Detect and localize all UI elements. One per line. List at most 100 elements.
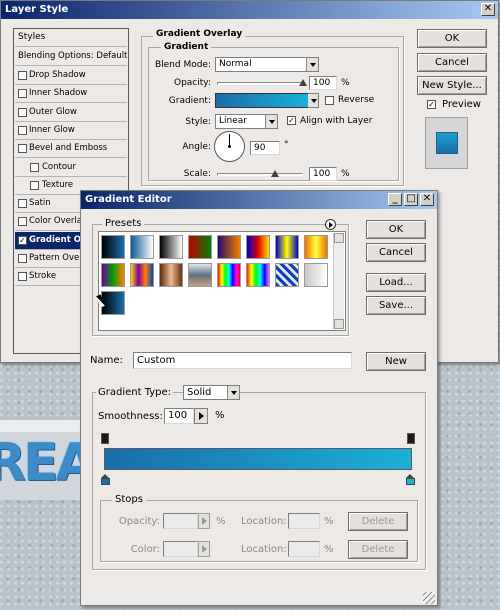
preset-swatch-custom[interactable]	[101, 291, 125, 315]
presets-scrollbar[interactable]	[333, 233, 344, 329]
stops-label: Stops	[112, 494, 146, 505]
layer-style-titlebar[interactable]: Layer Style ✕	[1, 1, 498, 19]
style-item-checkbox[interactable]	[18, 125, 27, 135]
style-item-label: Bevel and Emboss	[29, 143, 108, 154]
chevron-down-icon	[306, 58, 318, 71]
opacity-slider-handle[interactable]	[299, 79, 307, 86]
scale-slider[interactable]	[217, 173, 303, 176]
style-item-checkbox[interactable]	[30, 180, 39, 190]
style-value: Linear	[219, 116, 247, 126]
opacity-slider[interactable]	[217, 82, 303, 85]
preset-swatch-foreground-to-transparent[interactable]	[130, 235, 154, 259]
smoothness-unit: %	[215, 410, 225, 421]
angle-dial[interactable]	[214, 131, 245, 162]
preset-swatch-foreground-to-background[interactable]	[101, 235, 125, 259]
new-style-button[interactable]: New Style...	[417, 76, 487, 95]
smoothness-arrow-button[interactable]	[194, 408, 208, 424]
layer-style-title: Layer Style	[5, 4, 69, 15]
stop-opacity-location-input	[288, 513, 320, 529]
name-input[interactable]: Custom	[133, 352, 352, 369]
stop-opacity-label: Opacity:	[118, 516, 160, 527]
style-item-checkbox[interactable]	[18, 107, 27, 117]
preset-swatch-black-white[interactable]	[159, 235, 183, 259]
layer-style-ok-button[interactable]: OK	[417, 29, 487, 48]
opacity-stop-left[interactable]	[101, 433, 109, 444]
stop-opacity-delete-button[interactable]: Delete	[348, 512, 408, 531]
preset-swatch-blue-red-yellow[interactable]	[246, 235, 270, 259]
preset-swatch-red-green[interactable]	[188, 235, 212, 259]
stop-opacity-location-label: Location:	[241, 516, 287, 527]
close-icon[interactable]: ✕	[481, 3, 495, 16]
color-stop-right[interactable]	[406, 474, 415, 485]
style-item-checkbox[interactable]: ✓	[18, 235, 27, 245]
style-item-checkbox[interactable]	[18, 217, 27, 227]
stop-opacity-unit: %	[216, 516, 226, 527]
resize-grip-icon[interactable]	[423, 592, 435, 604]
styles-header[interactable]: Styles	[15, 29, 127, 47]
style-item-checkbox[interactable]	[18, 71, 27, 80]
style-item-outer-glow[interactable]: Outer Glow	[15, 104, 127, 122]
preset-swatch-transparent-rainbow[interactable]	[246, 263, 270, 287]
opacity-stop-right[interactable]	[407, 433, 415, 444]
preset-swatch-chrome[interactable]	[188, 263, 212, 287]
new-gradient-button[interactable]: New	[366, 352, 426, 371]
scale-slider-handle[interactable]	[270, 170, 279, 177]
minimize-icon[interactable]: _	[388, 193, 402, 206]
smoothness-input[interactable]: 100	[164, 408, 194, 424]
style-item-checkbox[interactable]	[18, 144, 27, 154]
close-icon[interactable]: ✕	[420, 193, 434, 206]
maximize-icon[interactable]: □	[404, 193, 418, 206]
angle-input[interactable]: 90	[250, 141, 280, 155]
align-with-layer-label: Align with Layer	[300, 116, 373, 126]
blend-mode-select[interactable]: Normal	[215, 57, 319, 72]
style-item-inner-shadow[interactable]: Inner Shadow	[15, 85, 127, 104]
style-item-checkbox[interactable]	[18, 199, 27, 209]
preset-swatch-yellow-violet-orange-blue[interactable]	[130, 263, 154, 287]
style-item-drop-shadow[interactable]: Drop Shadow	[15, 67, 127, 85]
reverse-checkbox[interactable]	[325, 96, 334, 105]
preset-swatch-blue-yellow-blue[interactable]	[275, 235, 299, 259]
gradient-ok-button[interactable]: OK	[366, 220, 426, 239]
gradient-picker-arrow[interactable]	[308, 93, 319, 108]
gradient-cancel-button[interactable]: Cancel	[366, 243, 426, 262]
style-item-checkbox[interactable]	[18, 89, 27, 99]
load-button[interactable]: Load...	[366, 273, 426, 292]
preset-swatch-transparent-stripes[interactable]	[275, 263, 299, 287]
preset-swatch-violet-orange[interactable]	[217, 235, 241, 259]
stop-color-location-input	[288, 541, 320, 557]
presets-menu-icon[interactable]	[325, 219, 336, 230]
scroll-up-icon[interactable]	[334, 233, 344, 243]
style-item-bevel-and-emboss[interactable]: Bevel and Emboss	[15, 140, 127, 159]
stop-opacity-arrow	[198, 513, 210, 529]
preset-swatch-spectrum[interactable]	[217, 263, 241, 287]
opacity-unit: %	[341, 78, 350, 88]
style-item-checkbox[interactable]	[18, 272, 27, 282]
color-stop-left[interactable]	[101, 474, 110, 485]
style-item-contour[interactable]: Contour	[15, 159, 127, 177]
preset-swatch-copper[interactable]	[159, 263, 183, 287]
style-item-checkbox[interactable]	[30, 162, 39, 172]
chevron-right-icon	[202, 517, 207, 525]
stop-color-delete-button[interactable]: Delete	[348, 540, 408, 559]
chevron-down-icon	[265, 115, 277, 128]
opacity-input[interactable]: 100	[309, 76, 337, 90]
angle-unit: °	[284, 140, 289, 150]
gradient-editor-titlebar[interactable]: Gradient Editor _ □ ✕	[81, 191, 437, 209]
preset-swatch-neutral-density[interactable]	[304, 263, 328, 287]
preview-checkbox[interactable]: ✓	[427, 100, 436, 109]
background-logo-text: READ	[0, 433, 136, 493]
preset-swatch-orange-yellow-orange[interactable]	[304, 235, 328, 259]
style-select[interactable]: Linear	[215, 114, 278, 129]
scroll-down-icon[interactable]	[334, 319, 344, 329]
style-item-checkbox[interactable]	[18, 254, 27, 263]
gradient-preview-swatch[interactable]	[215, 93, 309, 108]
style-item-inner-glow[interactable]: Inner Glow	[15, 122, 127, 140]
preset-swatch-violet-green-orange[interactable]	[101, 263, 125, 287]
save-button[interactable]: Save...	[366, 296, 426, 315]
blending-options-item[interactable]: Blending Options: Default	[15, 48, 127, 66]
layer-style-cancel-button[interactable]: Cancel	[417, 53, 487, 72]
align-with-layer-checkbox[interactable]: ✓	[287, 116, 296, 125]
gradient-ramp[interactable]	[104, 448, 412, 470]
gradient-type-select[interactable]: Solid	[183, 385, 240, 400]
scale-input[interactable]: 100	[309, 167, 337, 181]
